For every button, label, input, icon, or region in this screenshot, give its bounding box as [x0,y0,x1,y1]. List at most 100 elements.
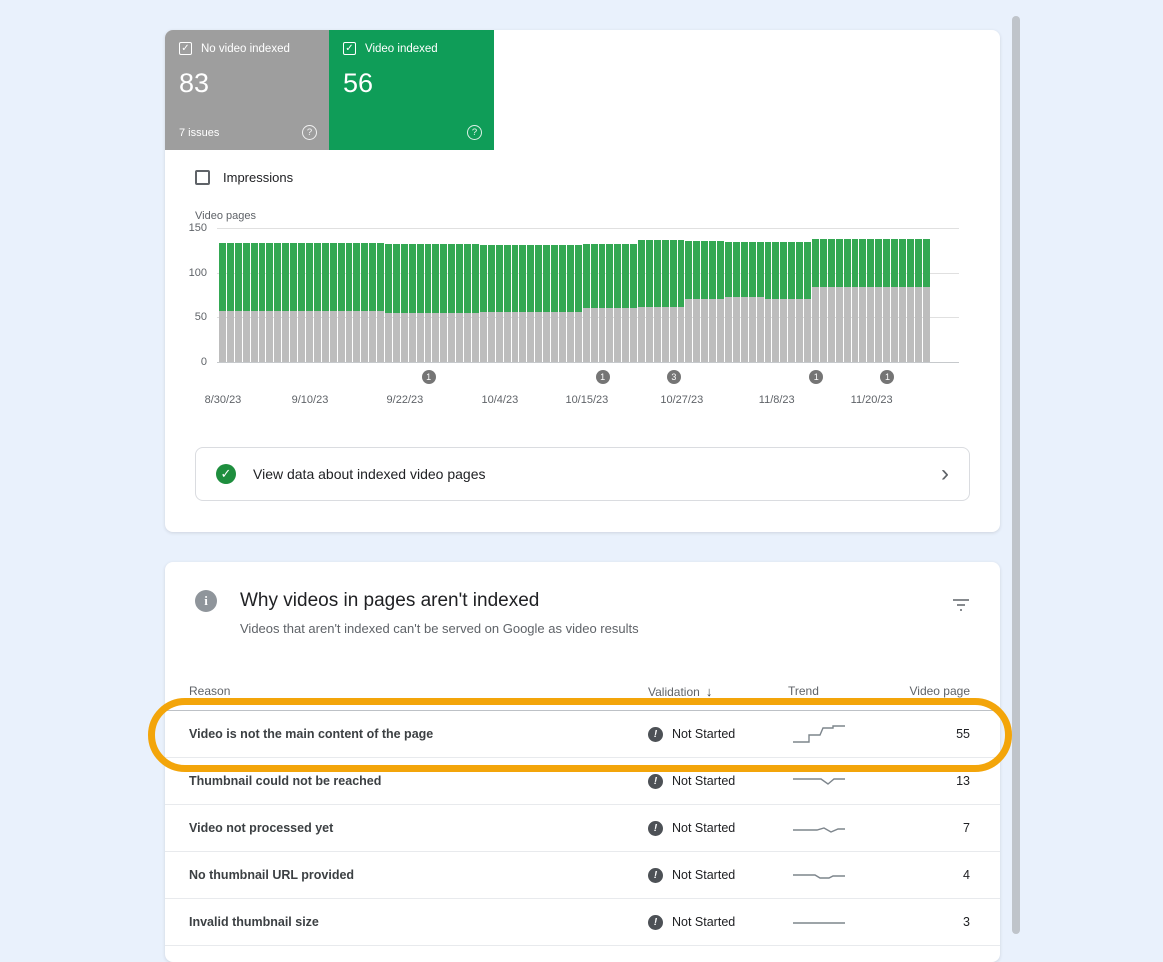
no-video-indexed-checkbox[interactable]: ✓ [179,42,192,55]
chart-bar[interactable] [867,239,874,362]
chart-bar[interactable] [678,240,685,362]
chart-bar[interactable] [464,244,471,362]
chart-bar[interactable] [662,240,669,362]
chart-bar[interactable] [788,242,795,362]
table-row[interactable]: Video is not the main content of the pag… [165,711,1000,758]
chart-bar[interactable] [401,244,408,362]
column-header-video-page[interactable]: Video page [898,684,970,698]
video-indexed-tile[interactable]: ✓ Video indexed 56 ? [329,30,494,150]
chart-bar[interactable] [369,243,376,362]
chart-bar[interactable] [749,242,756,362]
chart-event-marker[interactable]: 1 [809,370,823,384]
chart-bar[interactable] [670,240,677,362]
no-video-indexed-tile[interactable]: ✓ No video indexed 83 7 issues ? [165,30,329,150]
chart-bar[interactable] [646,240,653,362]
column-header-reason[interactable]: Reason [189,684,648,698]
chart-bar[interactable] [859,239,866,362]
table-row[interactable]: Invalid thumbnail size!Not Started3 [165,899,1000,946]
chart-bar[interactable] [765,242,772,362]
chart-bar[interactable] [227,243,234,362]
chart-bar[interactable] [251,243,258,362]
chart-bar[interactable] [780,242,787,362]
chart-bar[interactable] [235,243,242,362]
impressions-checkbox[interactable] [195,170,210,185]
chart-bar[interactable] [915,239,922,362]
chart-bar[interactable] [259,243,266,362]
scrollbar[interactable] [1012,16,1020,934]
chart-bar[interactable] [282,243,289,362]
chart-bar[interactable] [535,245,542,362]
chart-bar[interactable] [346,243,353,362]
chart-event-marker[interactable]: 1 [596,370,610,384]
chart-bar[interactable] [891,239,898,362]
chart-bar[interactable] [338,243,345,362]
chart-bar[interactable] [733,242,740,362]
chart-bar[interactable] [306,243,313,362]
column-header-trend[interactable]: Trend [788,684,898,698]
chart-bar[interactable] [417,244,424,362]
table-row[interactable]: Video not processed yet!Not Started7 [165,805,1000,852]
chart-bar[interactable] [591,244,598,362]
chart-bar[interactable] [812,239,819,362]
chart-bar[interactable] [852,239,859,362]
chart-bar[interactable] [804,242,811,362]
chart-bar[interactable] [757,242,764,362]
chart-bar[interactable] [543,245,550,362]
chart-bar[interactable] [685,241,692,362]
chart-bar[interactable] [298,243,305,362]
chart-bar[interactable] [701,241,708,362]
chart-event-marker[interactable]: 1 [880,370,894,384]
chart-bar[interactable] [654,240,661,362]
chart-bar[interactable] [606,244,613,362]
chart-bar[interactable] [385,244,392,362]
table-row[interactable]: Thumbnail could not be reached!Not Start… [165,758,1000,805]
chart-bar[interactable] [630,244,637,362]
chart-bar[interactable] [322,243,329,362]
view-data-row[interactable]: ✓ View data about indexed video pages › [195,447,970,501]
chart-event-marker[interactable]: 1 [422,370,436,384]
chart-bar[interactable] [567,245,574,362]
chart-bar[interactable] [693,241,700,362]
chart-bar[interactable] [796,242,803,362]
chart-bar[interactable] [290,243,297,362]
help-icon[interactable]: ? [302,125,317,140]
chart-bar[interactable] [828,239,835,362]
chart-bar[interactable] [512,245,519,362]
chart-bar[interactable] [314,243,321,362]
chart-bar[interactable] [875,239,882,362]
chart-bar[interactable] [488,245,495,362]
table-row[interactable]: No thumbnail URL provided!Not Started4 [165,852,1000,899]
chart-event-marker[interactable]: 3 [667,370,681,384]
chart-bar[interactable] [266,243,273,362]
chart-bar[interactable] [551,245,558,362]
chart-bar[interactable] [274,243,281,362]
chart-bar[interactable] [741,242,748,362]
chart-bar[interactable] [480,245,487,362]
chart-bar[interactable] [504,245,511,362]
chart-bar[interactable] [614,244,621,362]
chart-bar[interactable] [456,244,463,362]
chart-bar[interactable] [844,239,851,362]
chart-bar[interactable] [527,245,534,362]
impressions-toggle[interactable]: Impressions [195,170,293,185]
chart-bar[interactable] [496,245,503,362]
chart-bar[interactable] [472,244,479,362]
chart-bar[interactable] [243,243,250,362]
chart-bar[interactable] [361,243,368,362]
chart-bar[interactable] [519,245,526,362]
chart-bar[interactable] [559,245,566,362]
chart-bar[interactable] [393,244,400,362]
chart-bar[interactable] [575,245,582,362]
chart-bar[interactable] [883,239,890,362]
chart-bar[interactable] [638,240,645,362]
video-indexed-checkbox[interactable]: ✓ [343,42,356,55]
chart-bar[interactable] [440,244,447,362]
chart-bar[interactable] [448,244,455,362]
chart-bar[interactable] [709,241,716,362]
chart-bar[interactable] [836,239,843,362]
chart-bar[interactable] [717,241,724,362]
column-header-validation[interactable]: Validation↓ [648,684,788,699]
chart-bar[interactable] [772,242,779,362]
chart-bar[interactable] [353,243,360,362]
chart-bar[interactable] [907,239,914,362]
